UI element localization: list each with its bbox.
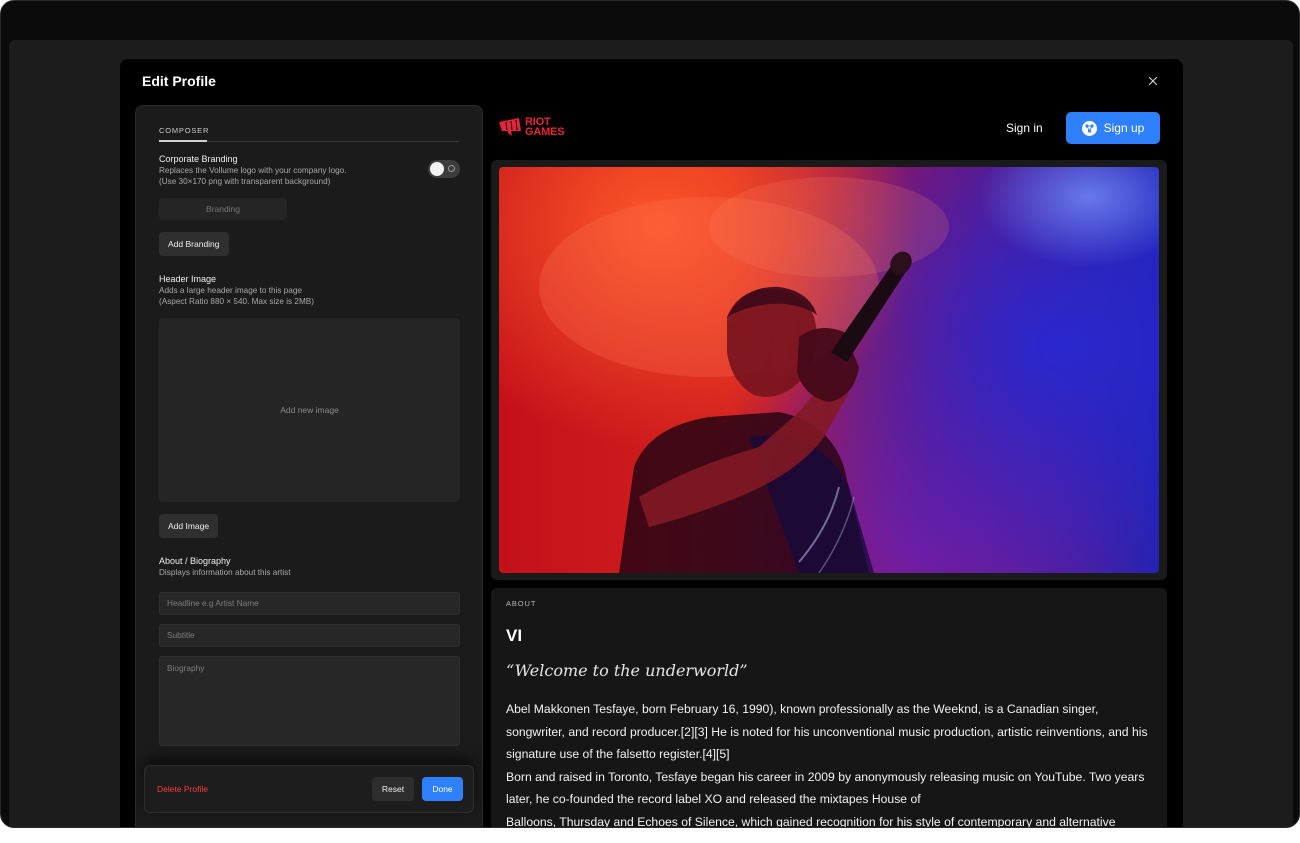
branding-field[interactable]: Branding [159,198,287,220]
action-bar: Delete Profile Reset Done [144,765,474,813]
toggle-knob [430,162,444,176]
toggle-off-icon [448,165,455,172]
branding-desc-line2: (Use 30×170 png with transparent backgro… [159,177,331,186]
signup-icon [1081,120,1097,136]
header-image-description: Adds a large header image to this page (… [159,285,419,307]
biography-textarea[interactable]: Biography [159,656,460,746]
about-description: Displays information about this artist [159,568,291,577]
branding-description: Replaces the Vollume logo with your comp… [159,165,419,187]
bio-paragraph-3: Balloons, Thursday and Echoes of Silence… [506,814,1116,828]
header-desc-line2: (Aspect Ratio 880 × 540. Max size is 2MB… [159,297,314,306]
riot-games-logo: RIOT GAMES [498,117,565,138]
performer-silhouette [539,177,949,573]
done-button[interactable]: Done [422,777,463,801]
add-image-button[interactable]: Add Image [159,514,219,538]
header-image-title: Header Image [159,274,217,284]
artist-quote: “Welcome to the underworld” [506,661,748,680]
image-dropzone[interactable]: Add new image [159,318,460,502]
branding-desc-line1: Replaces the Vollume logo with your comp… [159,166,347,175]
biography-text: Abel Makkonen Tesfaye, born February 16,… [506,698,1156,828]
logo-wordmark: RIOT GAMES [525,117,565,138]
signin-link[interactable]: Sign in [1006,121,1043,135]
delete-profile-button[interactable]: Delete Profile [157,784,208,794]
hero-card [491,160,1167,580]
branding-toggle[interactable] [428,160,460,178]
app-window: Edit Profile COMPOSER Corporate Branding… [0,0,1300,828]
bio-paragraph-2: Born and raised in Toronto, Tesfaye bega… [506,769,1145,807]
reset-button[interactable]: Reset [372,777,414,801]
about-title: About / Biography [159,556,231,566]
hero-image [499,167,1159,573]
signup-label: Sign up [1103,121,1145,135]
branding-title: Corporate Branding [159,154,238,164]
edit-profile-modal: Edit Profile COMPOSER Corporate Branding… [120,59,1183,828]
close-icon[interactable] [1145,73,1161,89]
logo-line2: GAMES [525,126,565,138]
about-label: ABOUT [506,599,537,608]
add-branding-button[interactable]: Add Branding [159,232,229,256]
header-desc-line1: Adds a large header image to this page [159,286,302,295]
signup-button[interactable]: Sign up [1066,112,1160,144]
artist-name: VI [506,626,523,645]
headline-input[interactable]: Headline e.g Artist Name [159,592,460,615]
composer-panel: COMPOSER Corporate Branding Replaces the… [135,105,483,827]
tab-composer[interactable]: COMPOSER [159,126,209,135]
subtitle-input[interactable]: Subtitle [159,624,460,647]
modal-title: Edit Profile [142,73,216,89]
about-card: ABOUT VI “Welcome to the underworld” Abe… [491,588,1167,828]
tab-underline [159,140,459,142]
fist-logo-icon [499,118,521,136]
bio-paragraph-1: Abel Makkonen Tesfaye, born February 16,… [506,702,1148,761]
